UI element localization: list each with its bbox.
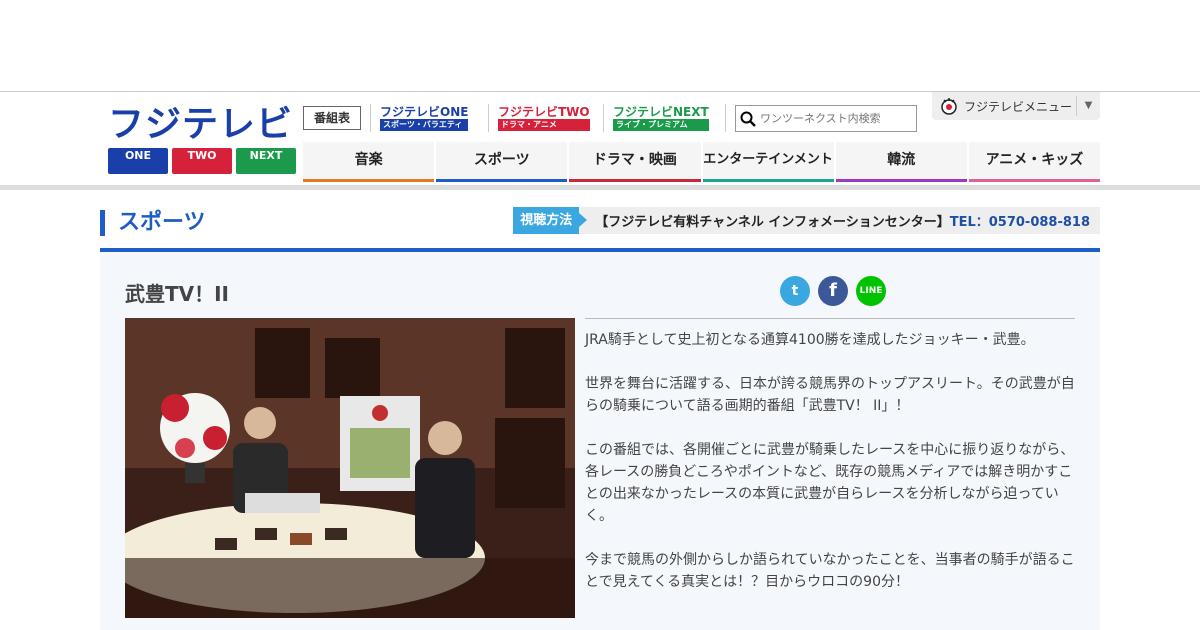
share-buttons: t f LINE <box>780 276 886 306</box>
channel-next-logo[interactable]: フジテレビNEXT ライブ・プレミアム <box>613 106 709 132</box>
viewing-method-badge[interactable]: 視聴方法 <box>513 207 588 234</box>
channel-two-logo[interactable]: フジテレビTWO ドラマ・アニメ <box>498 106 590 132</box>
site-search <box>735 105 917 132</box>
fujitv-eye-icon <box>941 98 957 115</box>
program-detail: 武豊TV！II t f LINE JRA騎手として史上初となる通算4100勝を達… <box>100 252 1100 630</box>
twitter-icon: t <box>791 283 799 299</box>
fujitv-logo[interactable]: フジテレビ ONE TWO NEXT <box>108 106 296 174</box>
ad-banner-area <box>0 0 1200 92</box>
info-center-text: 【フジテレビ有料チャンネル インフォメーションセンター】 <box>595 215 950 230</box>
description-paragraph: 今まで競馬の外側からしか語られていなかったことを、当事者の騎手が語ることで見えて… <box>585 552 1075 590</box>
viewing-info[interactable]: 視聴方法 【フジテレビ有料チャンネル インフォメーションセンター】TEL：057… <box>513 207 1100 234</box>
channel-one-logo[interactable]: フジテレビONE スポーツ・バラエティ <box>380 106 469 132</box>
tv-guide-button[interactable]: 番組表 <box>303 106 361 130</box>
genre-nav: 音楽 スポーツ ドラマ・映画 エンターテインメント 韓流 アニメ・キッズ <box>303 142 1101 182</box>
description-paragraph: JRA騎手として史上初となる通算4100勝を達成したジョッキー・武豊。 <box>585 332 1035 348</box>
twitter-share-button[interactable]: t <box>780 276 810 306</box>
fujitv-menu-button[interactable]: フジテレビメニュー ▼ <box>932 92 1100 120</box>
logo-one: ONE <box>108 148 168 174</box>
description-paragraph: この番組では、各開催ごとに武豊が騎乗したレースを中心に振り返りながら、各レースの… <box>585 442 1075 524</box>
facebook-icon: f <box>829 280 837 301</box>
logo-two: TWO <box>172 148 232 174</box>
nav-music[interactable]: 音楽 <box>303 142 435 182</box>
nav-entertainment[interactable]: エンターテインメント <box>702 142 834 182</box>
nav-sports[interactable]: スポーツ <box>436 142 568 182</box>
line-icon: LINE <box>859 286 883 296</box>
description-paragraph: 世界を舞台に活躍する、日本が誇る競馬界のトップアスリート。その武豊が自らの騎乗に… <box>585 376 1075 414</box>
nav-drama-movie[interactable]: ドラマ・映画 <box>569 142 701 182</box>
line-share-button[interactable]: LINE <box>856 276 886 306</box>
program-photo <box>125 318 575 618</box>
program-description: JRA騎手として史上初となる通算4100勝を達成したジョッキー・武豊。 世界を舞… <box>585 318 1075 615</box>
nav-anime-kids[interactable]: アニメ・キッズ <box>968 142 1101 182</box>
logo-main-text: フジテレビ <box>108 104 294 145</box>
search-input[interactable] <box>760 112 910 125</box>
site-header: フジテレビ ONE TWO NEXT 番組表 フジテレビONE スポーツ・バラエ… <box>0 92 1200 190</box>
fujitv-menu-label: フジテレビメニュー <box>964 99 1073 114</box>
chevron-down-icon: ▼ <box>1076 96 1100 116</box>
info-tel: TEL：0570-088-818 <box>949 215 1090 230</box>
nav-korean[interactable]: 韓流 <box>835 142 967 182</box>
program-title: 武豊TV！II <box>125 282 230 306</box>
section-title: スポーツ <box>100 210 206 236</box>
section-title-bar: スポーツ 視聴方法 【フジテレビ有料チャンネル インフォメーションセンター】TE… <box>100 190 1100 252</box>
logo-next: NEXT <box>236 148 296 174</box>
search-icon[interactable] <box>740 111 756 127</box>
facebook-share-button[interactable]: f <box>818 276 848 306</box>
